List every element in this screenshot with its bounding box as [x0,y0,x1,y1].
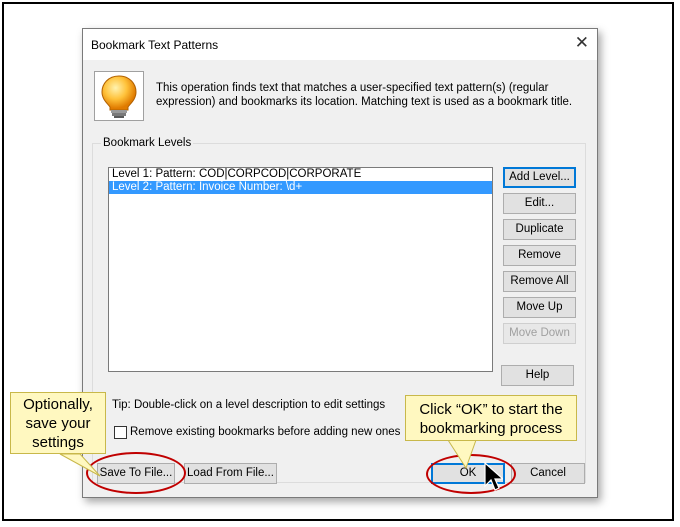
callout-ok-instruction: Click “OK” to start the bookmarking proc… [405,395,577,441]
mouse-cursor-icon [484,462,503,491]
callout-save-settings: Optionally, save your settings [10,392,106,454]
callout-ok-text: Click “OK” to start the bookmarking proc… [419,401,563,437]
callout-save-text: Optionally, save your settings [23,396,93,451]
